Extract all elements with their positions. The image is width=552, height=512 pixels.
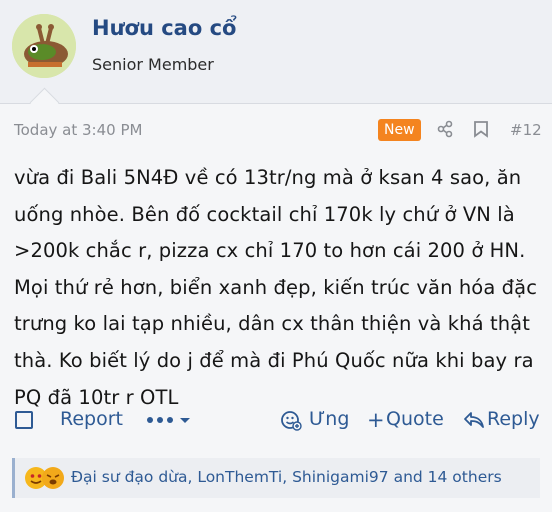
emoji-icon: [42, 467, 64, 489]
quote-button[interactable]: Quote: [386, 408, 444, 430]
share-icon[interactable]: [436, 120, 454, 138]
post-header: Hươu cao cổ Senior Member: [0, 0, 552, 104]
post-actions: Report Ưng + Quote Reply: [0, 400, 552, 440]
new-badge: New: [378, 119, 421, 141]
react-button[interactable]: Ưng: [309, 408, 349, 430]
plus-icon[interactable]: +: [367, 408, 385, 432]
reactions-text[interactable]: Đại sư đạo dừa, LonThemTi, Shinigami97 a…: [71, 468, 502, 486]
select-checkbox[interactable]: [15, 411, 33, 429]
post-number[interactable]: #12: [510, 121, 542, 139]
reactions-bar[interactable]: Đại sư đạo dừa, LonThemTi, Shinigami97 a…: [12, 458, 540, 498]
avatar[interactable]: [12, 14, 76, 78]
report-link[interactable]: Report: [60, 408, 123, 430]
reaction-icon[interactable]: [280, 409, 302, 431]
more-icon[interactable]: [146, 412, 196, 428]
reply-icon[interactable]: [463, 410, 485, 430]
user-title: Senior Member: [92, 55, 214, 74]
post-content: vừa đi Bali 5N4Đ về có 13tr/ng mà ở ksan…: [14, 166, 538, 409]
bookmark-icon[interactable]: [473, 120, 489, 138]
username[interactable]: Hươu cao cổ: [92, 16, 236, 40]
reply-button[interactable]: Reply: [487, 408, 540, 430]
post-timestamp[interactable]: Today at 3:40 PM: [14, 121, 142, 139]
